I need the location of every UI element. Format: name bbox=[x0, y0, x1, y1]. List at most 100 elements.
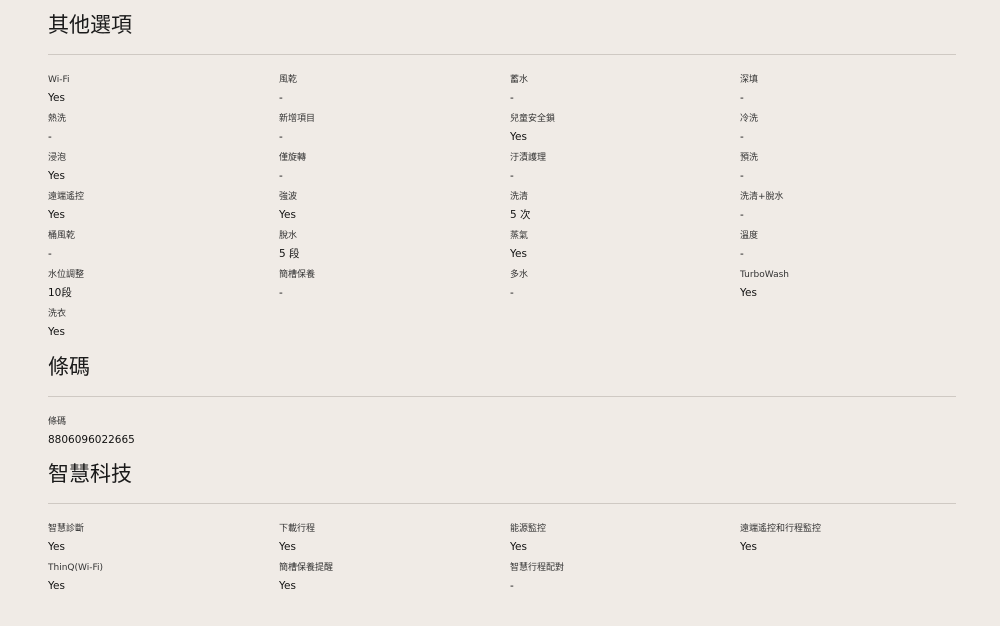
spec-value: - bbox=[740, 248, 744, 260]
section-title: 智慧科技 bbox=[48, 462, 132, 486]
spec-item: ThinQ(Wi-Fi) Yes bbox=[48, 562, 279, 601]
spec-value: - bbox=[740, 170, 744, 182]
spec-label: 冷洗 bbox=[740, 114, 759, 124]
spec-item: 冷洗 - bbox=[740, 113, 956, 152]
spec-item: 蓄水 - bbox=[510, 74, 740, 113]
section-divider bbox=[48, 503, 956, 504]
spec-item: 僅旋轉 - bbox=[279, 152, 510, 191]
spec-item: 多水 - bbox=[510, 269, 740, 308]
spec-item: 兒童安全鎖 Yes bbox=[510, 113, 740, 152]
spec-label: 風乾 bbox=[279, 75, 298, 85]
spec-value: Yes bbox=[48, 326, 65, 338]
spec-value: 10段 bbox=[48, 287, 72, 299]
spec-value: Yes bbox=[279, 580, 296, 592]
spec-label: 深填 bbox=[740, 75, 759, 85]
spec-value: Yes bbox=[48, 209, 65, 221]
spec-label: 簡槽保養 bbox=[279, 270, 316, 280]
spec-value: - bbox=[279, 287, 283, 299]
spec-label: 洗清+脫水 bbox=[740, 192, 784, 202]
spec-label: 熱洗 bbox=[48, 114, 67, 124]
spec-value: 5 次 bbox=[510, 209, 531, 221]
spec-label: 預洗 bbox=[740, 153, 759, 163]
spec-label: 兒童安全鎖 bbox=[510, 114, 556, 124]
spec-item: Wi-Fi Yes bbox=[48, 74, 279, 113]
spec-item: 桶風乾 - bbox=[48, 230, 279, 269]
spec-label: 智慧行程配對 bbox=[510, 563, 565, 573]
spec-label: 蒸氣 bbox=[510, 231, 529, 241]
spec-value: Yes bbox=[510, 131, 527, 143]
spec-value: - bbox=[740, 92, 744, 104]
spec-label: 洗衣 bbox=[48, 309, 67, 319]
spec-label: TurboWash bbox=[740, 270, 789, 280]
spec-value: Yes bbox=[510, 248, 527, 260]
spec-value: Yes bbox=[740, 287, 757, 299]
spec-value: - bbox=[740, 209, 744, 221]
spec-value: Yes bbox=[48, 580, 65, 592]
spec-value: - bbox=[510, 287, 514, 299]
spec-value: Yes bbox=[48, 92, 65, 104]
spec-item: 條碼 8806096022665 bbox=[48, 416, 279, 455]
spec-value: - bbox=[279, 131, 283, 143]
spec-label: 智慧診斷 bbox=[48, 524, 85, 534]
spec-item: 強波 Yes bbox=[279, 191, 510, 230]
spec-label: 僅旋轉 bbox=[279, 153, 307, 163]
spec-item: 洗清 5 次 bbox=[510, 191, 740, 230]
spec-value: 5 段 bbox=[279, 248, 300, 260]
spec-value: - bbox=[510, 580, 514, 592]
section-other-options: 其他選項 Wi-Fi Yes 風乾 - 蓄水 - 深填 - 熱洗 - 新增項目 - 兒童安全鎖 Yes 冷洗… bbox=[48, 8, 956, 347]
spec-label: Wi-Fi bbox=[48, 75, 70, 85]
spec-value: Yes bbox=[48, 541, 65, 553]
spec-value: Yes bbox=[279, 541, 296, 553]
spec-item: 深填 - bbox=[740, 74, 956, 113]
spec-label: 強波 bbox=[279, 192, 298, 202]
spec-label: 浸泡 bbox=[48, 153, 67, 163]
spec-label: 遠端遙控和行程監控 bbox=[740, 524, 822, 534]
section-smart-tech: 智慧科技 智慧診斷 Yes 下載行程 Yes 能源監控 Yes 遠端遙控和行程監控 Yes Th… bbox=[48, 457, 956, 601]
spec-value: Yes bbox=[740, 541, 757, 553]
spec-label: 條碼 bbox=[48, 417, 67, 427]
section-barcode: 條碼 條碼 8806096022665 bbox=[48, 350, 956, 455]
spec-value: - bbox=[510, 92, 514, 104]
spec-label: 蓄水 bbox=[510, 75, 529, 85]
spec-item: 簡槽保養 - bbox=[279, 269, 510, 308]
section-title: 條碼 bbox=[48, 355, 90, 379]
section-title: 其他選項 bbox=[48, 13, 132, 37]
spec-item: 熱洗 - bbox=[48, 113, 279, 152]
section-divider bbox=[48, 396, 956, 397]
spec-item: 脫水 5 段 bbox=[279, 230, 510, 269]
spec-label: 下載行程 bbox=[279, 524, 316, 534]
spec-grid: 智慧診斷 Yes 下載行程 Yes 能源監控 Yes 遠端遙控和行程監控 Yes ThinQ(W… bbox=[48, 523, 956, 601]
spec-value: Yes bbox=[279, 209, 296, 221]
spec-label: 多水 bbox=[510, 270, 529, 280]
spec-value: - bbox=[48, 131, 52, 143]
spec-grid: 條碼 8806096022665 bbox=[48, 416, 956, 455]
spec-item: 智慧行程配對 - bbox=[510, 562, 740, 601]
spec-item: 簡槽保養提醒 Yes bbox=[279, 562, 510, 601]
spec-label: 遠端遙控 bbox=[48, 192, 85, 202]
spec-label: 水位調整 bbox=[48, 270, 85, 280]
spec-value: - bbox=[279, 170, 283, 182]
spec-label: 洗清 bbox=[510, 192, 529, 202]
spec-label: 溫度 bbox=[740, 231, 759, 241]
spec-item: 洗清+脫水 - bbox=[740, 191, 956, 230]
spec-value: 8806096022665 bbox=[48, 434, 135, 446]
spec-item: 風乾 - bbox=[279, 74, 510, 113]
spec-item: TurboWash Yes bbox=[740, 269, 956, 308]
spec-item: 下載行程 Yes bbox=[279, 523, 510, 562]
spec-item: 能源監控 Yes bbox=[510, 523, 740, 562]
spec-label: ThinQ(Wi-Fi) bbox=[48, 563, 103, 573]
spec-value: Yes bbox=[48, 170, 65, 182]
spec-item: 新增項目 - bbox=[279, 113, 510, 152]
spec-label: 桶風乾 bbox=[48, 231, 76, 241]
spec-label: 簡槽保養提醒 bbox=[279, 563, 334, 573]
section-divider bbox=[48, 54, 956, 55]
spec-value: - bbox=[279, 92, 283, 104]
spec-label: 脫水 bbox=[279, 231, 298, 241]
spec-item: 浸泡 Yes bbox=[48, 152, 279, 191]
spec-label: 汙漬護理 bbox=[510, 153, 547, 163]
spec-item: 洗衣 Yes bbox=[48, 308, 279, 347]
spec-value: - bbox=[48, 248, 52, 260]
spec-item: 溫度 - bbox=[740, 230, 956, 269]
spec-grid: Wi-Fi Yes 風乾 - 蓄水 - 深填 - 熱洗 - 新增項目 - 兒童安全鎖 Yes 冷洗 - 浸泡 Ye… bbox=[48, 74, 956, 347]
spec-item: 智慧診斷 Yes bbox=[48, 523, 279, 562]
